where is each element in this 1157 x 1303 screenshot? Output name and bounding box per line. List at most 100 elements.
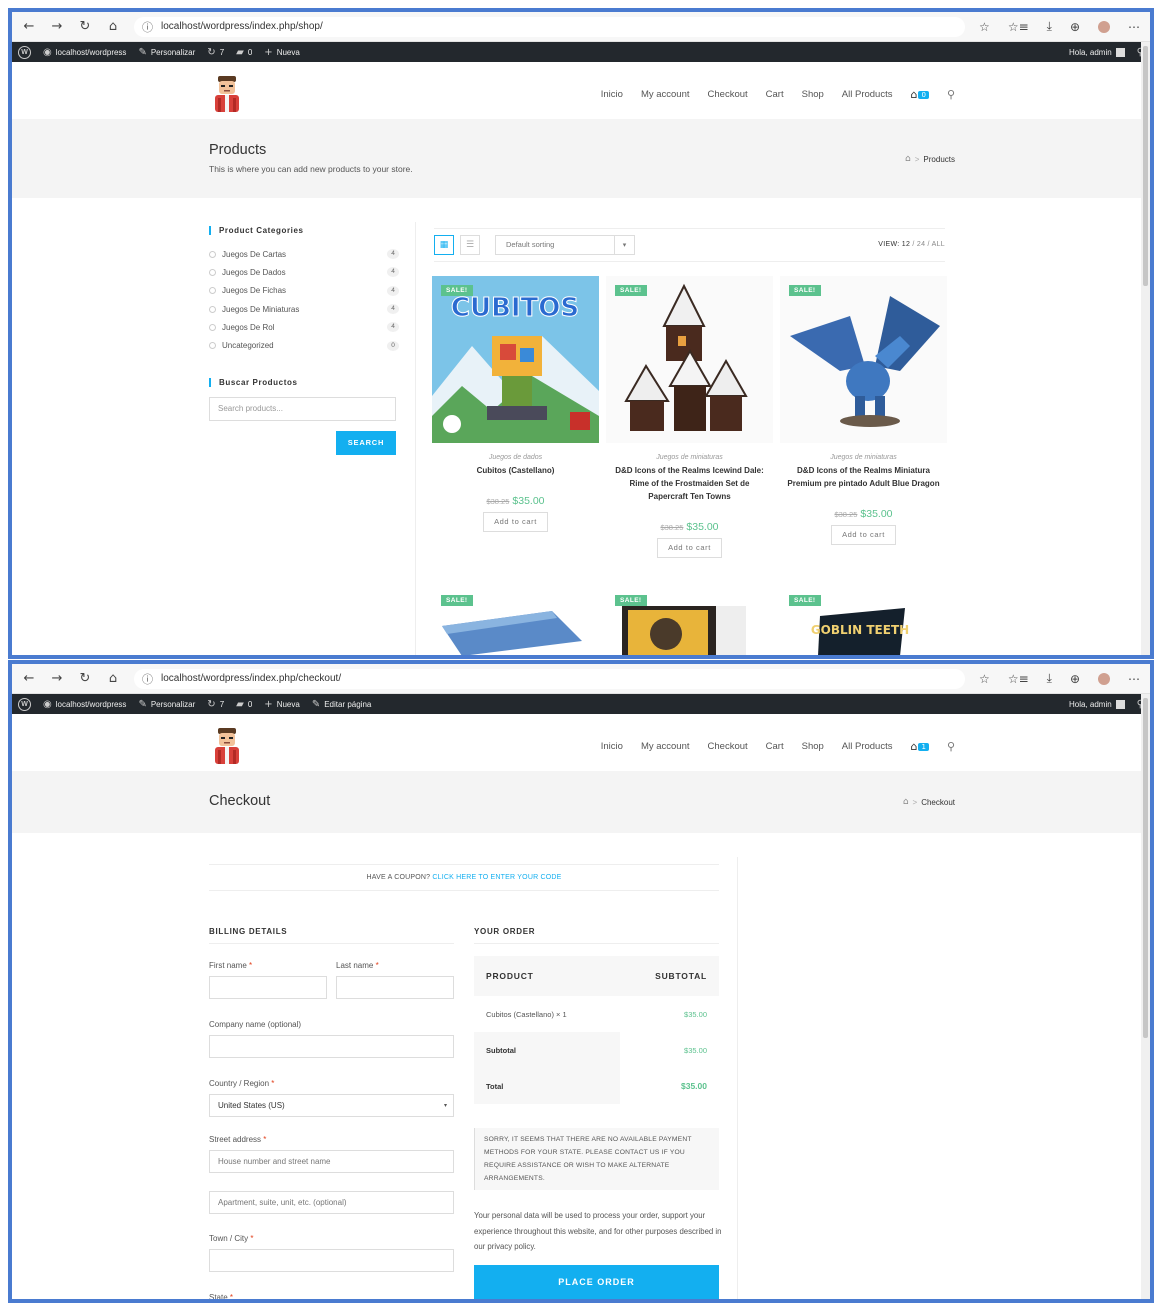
favorite-icon[interactable]: ☆ [979,672,990,686]
comments-link[interactable]: ▰ 0 [236,699,252,710]
search-icon[interactable]: ⚲ [947,740,955,753]
menu-item-shop[interactable]: Shop [802,741,824,752]
product-image[interactable]: GOBLIN TEETH SALE! [780,586,947,655]
menu-item-shop[interactable]: Shop [802,89,824,100]
category-item[interactable]: Juegos De Dados 4 [209,263,399,281]
download-icon[interactable]: ⤓ [1047,671,1052,686]
scrollbar-thumb[interactable] [1143,46,1148,286]
apartment-field[interactable]: Apartment, suite, unit, etc. (optional) [209,1191,454,1214]
product-title[interactable]: D&D Icons of the Realms Icewind Dale: Ri… [606,464,773,503]
home-icon[interactable]: ⌂ [106,19,120,34]
site-logo[interactable] [210,726,244,764]
new-content-link[interactable]: + Nueva [264,47,300,58]
profile-icon[interactable] [1098,672,1110,685]
category-item[interactable]: Juegos De Fichas 4 [209,282,399,300]
address-bar[interactable]: ⓘ localhost/wordpress/index.php/shop/ [134,16,966,37]
breadcrumb-home-icon[interactable]: ⌂ [903,797,909,807]
menu-item-checkout[interactable]: Checkout [708,741,748,752]
view-12[interactable]: 12 [902,241,910,248]
search-icon[interactable]: ⚲ [947,88,955,101]
enter-coupon-link[interactable]: CLICK HERE TO ENTER YOUR CODE [432,874,561,881]
product-category[interactable]: Juegos de miniaturas [606,454,773,461]
back-icon[interactable]: ← [22,671,36,686]
customize-link[interactable]: ✎ Personalizar [138,47,195,58]
collections-icon[interactable]: ⊕ [1070,20,1080,34]
town-field[interactable] [209,1249,454,1272]
admin-account[interactable]: Hola, admin [1069,699,1125,709]
product-image[interactable]: SALE! [606,276,773,443]
new-content-link[interactable]: + Nueva [264,699,300,710]
favorite-icon[interactable]: ☆ [979,20,990,34]
forward-icon[interactable]: → [50,19,64,34]
category-item[interactable]: Uncategorized 0 [209,336,399,354]
list-view-icon[interactable]: ☰ [460,235,480,255]
view-other-options[interactable]: / 24 / ALL [912,241,945,248]
category-item[interactable]: Juegos De Miniaturas 4 [209,300,399,318]
menu-item-cart[interactable]: Cart [766,89,784,100]
product-title[interactable]: Cubitos (Castellano) [432,464,599,477]
favorites-list-icon[interactable]: ☆≡ [1008,20,1029,34]
add-to-cart-button[interactable]: Add to cart [483,512,548,532]
menu-item-all-products[interactable]: All Products [842,89,893,100]
forward-icon[interactable]: → [50,671,64,686]
category-radio[interactable] [209,250,216,258]
page-scrollbar[interactable] [1141,42,1150,655]
download-icon[interactable]: ⤓ [1047,19,1052,34]
cart-button[interactable]: ⌂ 0 [910,88,929,101]
category-radio[interactable] [209,305,216,313]
admin-account[interactable]: Hola, admin [1069,47,1125,57]
product-title[interactable]: D&D Icons of the Realms Miniatura Premiu… [780,464,947,490]
grid-view-icon[interactable]: ▦ [434,235,454,255]
company-field[interactable] [209,1035,454,1058]
favorites-list-icon[interactable]: ☆≡ [1008,672,1029,686]
collections-icon[interactable]: ⊕ [1070,672,1080,686]
reload-icon[interactable]: ↻ [78,19,92,34]
comments-link[interactable]: ▰ 0 [236,47,252,58]
category-item[interactable]: Juegos De Cartas 4 [209,245,399,263]
add-to-cart-button[interactable]: Add to cart [657,538,722,558]
menu-item-all-products[interactable]: All Products [842,741,893,752]
first-name-field[interactable] [209,976,327,999]
admin-site-link[interactable]: ◉ localhost/wordpress [43,699,126,710]
breadcrumb-home-icon[interactable]: ⌂ [905,154,911,164]
menu-item-cart[interactable]: Cart [766,741,784,752]
search-button[interactable]: SEARCH [336,430,396,455]
admin-site-link[interactable]: ◉ localhost/wordpress [43,47,126,58]
product-search-input[interactable]: Search products... [209,396,396,421]
customize-link[interactable]: ✎ Personalizar [138,699,195,710]
product-category[interactable]: Juegos de miniaturas [780,454,947,461]
menu-item-my-account[interactable]: My account [641,741,690,752]
product-image[interactable]: SALE! [606,586,773,655]
product-image[interactable]: SALE! [432,586,599,655]
category-radio[interactable] [209,342,216,350]
place-order-button[interactable]: PLACE ORDER [474,1265,719,1299]
add-to-cart-button[interactable]: Add to cart [831,525,896,545]
wordpress-logo-icon[interactable]: W [18,45,31,59]
site-logo[interactable] [210,74,244,112]
sorting-select[interactable]: Default sorting ▾ [495,235,635,255]
category-radio[interactable] [209,323,216,331]
home-icon[interactable]: ⌂ [106,671,120,686]
product-image[interactable]: CUBITOS SALE! [432,276,599,443]
product-image[interactable]: SALE! [780,276,947,443]
scrollbar-thumb[interactable] [1143,698,1148,1038]
back-icon[interactable]: ← [22,19,36,34]
more-icon[interactable]: ⋯ [1128,672,1140,686]
category-item[interactable]: Juegos De Rol 4 [209,318,399,336]
menu-item-inicio[interactable]: Inicio [601,89,623,100]
menu-item-inicio[interactable]: Inicio [601,741,623,752]
address-bar[interactable]: ⓘ localhost/wordpress/index.php/checkout… [134,668,966,689]
category-radio[interactable] [209,268,216,276]
menu-item-my-account[interactable]: My account [641,89,690,100]
updates-link[interactable]: ↻ 7 [207,699,224,710]
page-scrollbar[interactable] [1141,694,1150,1299]
updates-link[interactable]: ↻ 7 [207,47,224,58]
last-name-field[interactable] [336,976,454,999]
profile-icon[interactable] [1098,20,1110,33]
country-select[interactable]: United States (US) ▾ [209,1094,454,1117]
street-address-field[interactable]: House number and street name [209,1150,454,1173]
reload-icon[interactable]: ↻ [78,671,92,686]
menu-item-checkout[interactable]: Checkout [708,89,748,100]
more-icon[interactable]: ⋯ [1128,20,1140,34]
product-category[interactable]: Juegos de dados [432,454,599,461]
